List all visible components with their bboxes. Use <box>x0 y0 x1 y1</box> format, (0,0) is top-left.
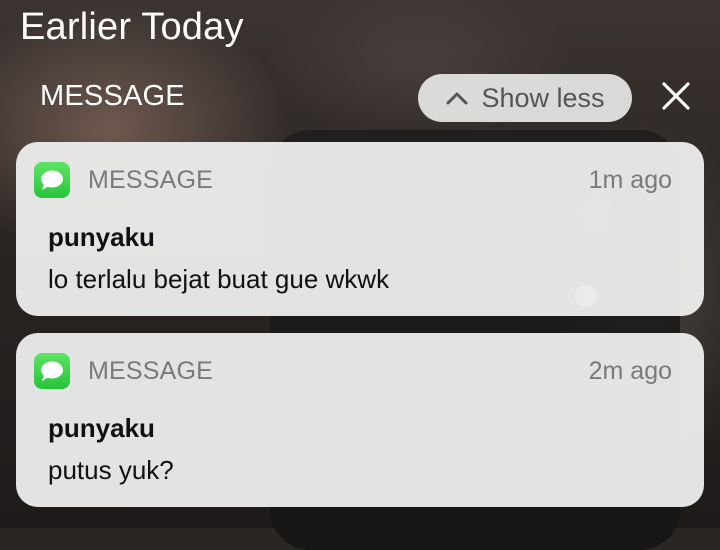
chevron-up-icon <box>445 90 469 106</box>
show-less-label: Show less <box>481 82 605 113</box>
notification-app-name: MESSAGE <box>88 166 214 194</box>
show-less-button[interactable]: Show less <box>418 74 632 122</box>
messages-app-icon <box>34 353 70 389</box>
notification-timestamp: 1m ago <box>588 166 672 194</box>
notification-card[interactable]: MESSAGE 2m ago punyaku putus yuk? <box>16 333 704 507</box>
notification-message-body: lo terlalu bejat buat gue wkwk <box>48 264 390 294</box>
close-icon <box>661 81 691 116</box>
notification-sender: punyaku <box>48 413 155 443</box>
notification-timestamp: 2m ago <box>588 357 672 385</box>
notification-app-name: MESSAGE <box>88 357 214 385</box>
notification-card[interactable]: MESSAGE 1m ago punyaku lo terlalu bejat … <box>16 142 704 316</box>
messages-app-icon <box>34 162 70 198</box>
clear-notifications-button[interactable] <box>652 76 700 120</box>
section-title: Earlier Today <box>20 6 244 48</box>
notification-message-body: putus yuk? <box>48 455 174 485</box>
notification-group-label: MESSAGE <box>40 80 185 112</box>
notification-sender: punyaku <box>48 222 155 252</box>
